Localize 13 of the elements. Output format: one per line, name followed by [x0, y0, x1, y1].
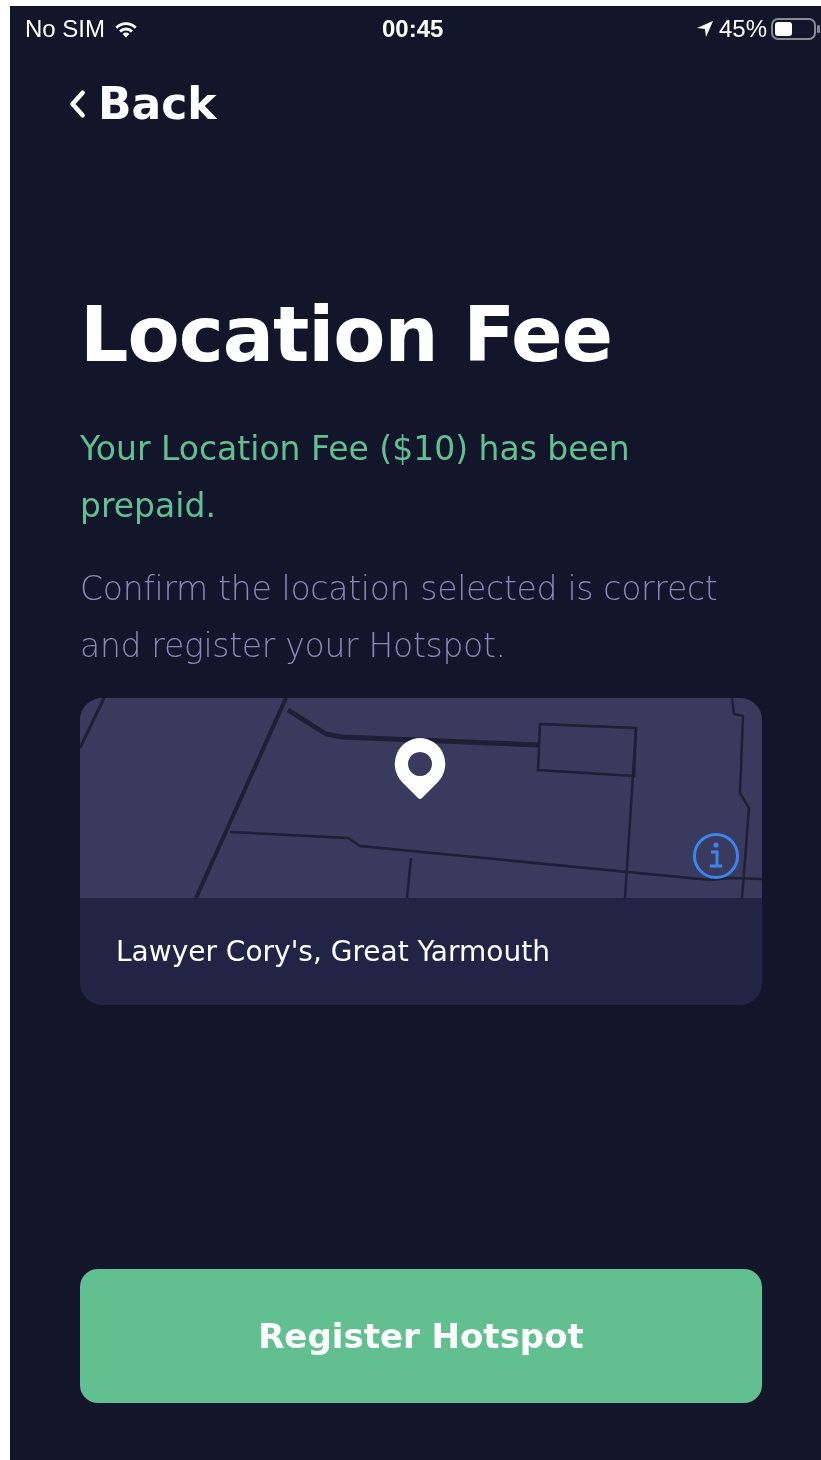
back-button[interactable]: Back	[68, 78, 217, 129]
info-icon[interactable]	[692, 832, 740, 881]
page-title: Location Fee	[80, 289, 614, 381]
instructions: Confirm the location selected is correct and register your Hotspot.	[80, 568, 719, 668]
wifi-icon	[113, 19, 139, 39]
chevron-left-icon	[68, 88, 86, 119]
battery-icon	[771, 17, 821, 41]
battery-percent: 45%	[718, 15, 767, 43]
prepaid-message: Your Location Fee ($10) has been prepaid.	[80, 428, 631, 528]
clock: 00:45	[382, 15, 444, 43]
map-pin-icon	[392, 736, 448, 801]
carrier: No SIM	[25, 15, 105, 43]
location-address: Lawyer Cory's, Great Yarmouth	[115, 934, 551, 971]
